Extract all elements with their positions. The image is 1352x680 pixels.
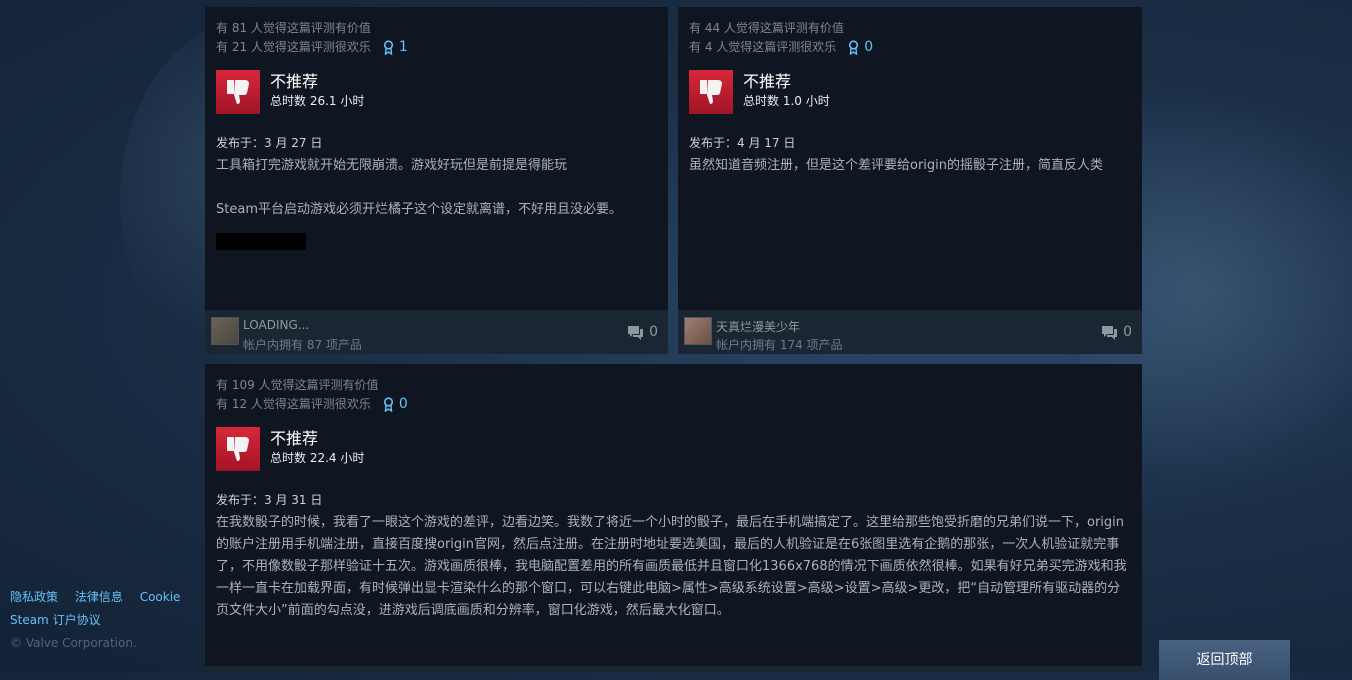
- copyright: © Valve Corporation.: [10, 636, 137, 650]
- avatar[interactable]: [211, 317, 239, 345]
- footer: 隐私政策 法律信息 Cookie Steam 订户协议 © Valve Corp…: [10, 586, 193, 655]
- recommendation-title[interactable]: 不推荐: [270, 72, 364, 92]
- author-name[interactable]: LOADING...: [243, 318, 309, 332]
- legal-link[interactable]: 法律信息: [75, 590, 123, 604]
- recommendation-title[interactable]: 不推荐: [743, 72, 830, 92]
- award-button[interactable]: 0: [848, 38, 873, 57]
- author-products: 帐户内拥有 174 项产品: [716, 338, 843, 352]
- author-bar: 天真烂漫美少年 帐户内拥有 174 项产品 0: [678, 310, 1142, 354]
- hours-played: 总时数 1.0 小时: [743, 94, 830, 108]
- privacy-link[interactable]: 隐私政策: [10, 590, 58, 604]
- award-icon: [383, 397, 394, 412]
- thumbs-down-icon[interactable]: [689, 70, 733, 114]
- funny-count: 有 4 人觉得这篇评测很欢乐: [689, 40, 837, 54]
- comments-button[interactable]: 0: [1101, 324, 1132, 340]
- helpful-count: 有 44 人觉得这篇评测有价值: [689, 21, 844, 35]
- thumbs-down-icon[interactable]: [216, 427, 260, 471]
- review-body: 虽然知道音频注册，但是这个差评要给origin的摇骰子注册，简直反人类: [689, 155, 1131, 177]
- award-icon: [849, 40, 859, 55]
- helpful-count: 有 81 人觉得这篇评测有价值: [216, 21, 371, 35]
- hours-played: 总时数 26.1 小时: [270, 94, 365, 108]
- comments-button[interactable]: 0: [627, 324, 658, 340]
- review-paragraph: 虽然知道音频注册，但是这个差评要给origin的摇骰子注册，简直反人类: [689, 158, 1104, 173]
- spoiler-block[interactable]: [216, 233, 306, 250]
- subscriber-agreement-link[interactable]: Steam 订户协议: [10, 613, 101, 627]
- avatar[interactable]: [684, 317, 712, 345]
- author-bar: LOADING... 帐户内拥有 87 项产品 0: [205, 310, 668, 354]
- hours-played: 总时数 22.4 小时: [270, 451, 365, 465]
- author-name[interactable]: 天真烂漫美少年: [716, 318, 800, 335]
- recommendation-title[interactable]: 不推荐: [270, 429, 364, 449]
- posted-date: 发布于：3 月 27 日: [216, 136, 323, 150]
- review-paragraph: 工具箱打完游戏就开始无限崩溃。游戏好玩但是前提是得能玩: [216, 158, 568, 173]
- helpful-count: 有 109 人觉得这篇评测有价值: [216, 378, 379, 392]
- review-body: 在我数骰子的时候，我看了一眼这个游戏的差评，边看边笑。我数了将近一个小时的骰子，…: [216, 512, 1131, 622]
- review-paragraph: 在我数骰子的时候，我看了一眼这个游戏的差评，边看边笑。我数了将近一个小时的骰子，…: [216, 515, 1127, 618]
- award-button[interactable]: 1: [383, 38, 408, 57]
- review-card: 有 109 人觉得这篇评测有价值 有 12 人觉得这篇评测很欢乐 0 不推荐 总…: [205, 364, 1142, 672]
- card-bottom-bar: [205, 666, 1142, 672]
- posted-date: 发布于：4 月 17 日: [689, 136, 796, 150]
- review-body: 工具箱打完游戏就开始无限崩溃。游戏好玩但是前提是得能玩 Steam平台启动游戏必…: [216, 155, 657, 221]
- award-button[interactable]: 0: [383, 395, 408, 414]
- funny-count: 有 12 人觉得这篇评测很欢乐: [216, 397, 371, 411]
- comment-count: 0: [1123, 324, 1132, 340]
- back-to-top-button[interactable]: 返回顶部: [1159, 640, 1290, 680]
- review-paragraph: Steam平台启动游戏必须开烂橘子这个设定就离谱，不好用且没必要。: [216, 202, 622, 217]
- award-count: 0: [398, 396, 408, 412]
- award-icon: [383, 40, 394, 55]
- comment-icon: [1102, 325, 1118, 340]
- author-products: 帐户内拥有 87 项产品: [243, 338, 362, 352]
- cookie-link[interactable]: Cookie: [140, 590, 181, 604]
- award-count: 0: [864, 39, 874, 55]
- comment-count: 0: [649, 324, 658, 340]
- comment-icon: [628, 325, 644, 340]
- thumbs-down-icon[interactable]: [216, 70, 260, 114]
- posted-date: 发布于：3 月 31 日: [216, 493, 323, 507]
- review-card: 有 81 人觉得这篇评测有价值 有 21 人觉得这篇评测很欢乐 1 不推荐 总时…: [205, 7, 668, 354]
- funny-count: 有 21 人觉得这篇评测很欢乐: [216, 40, 371, 54]
- award-count: 1: [398, 39, 408, 55]
- review-card: 有 44 人觉得这篇评测有价值 有 4 人觉得这篇评测很欢乐 0 不推荐 总时数…: [678, 7, 1142, 354]
